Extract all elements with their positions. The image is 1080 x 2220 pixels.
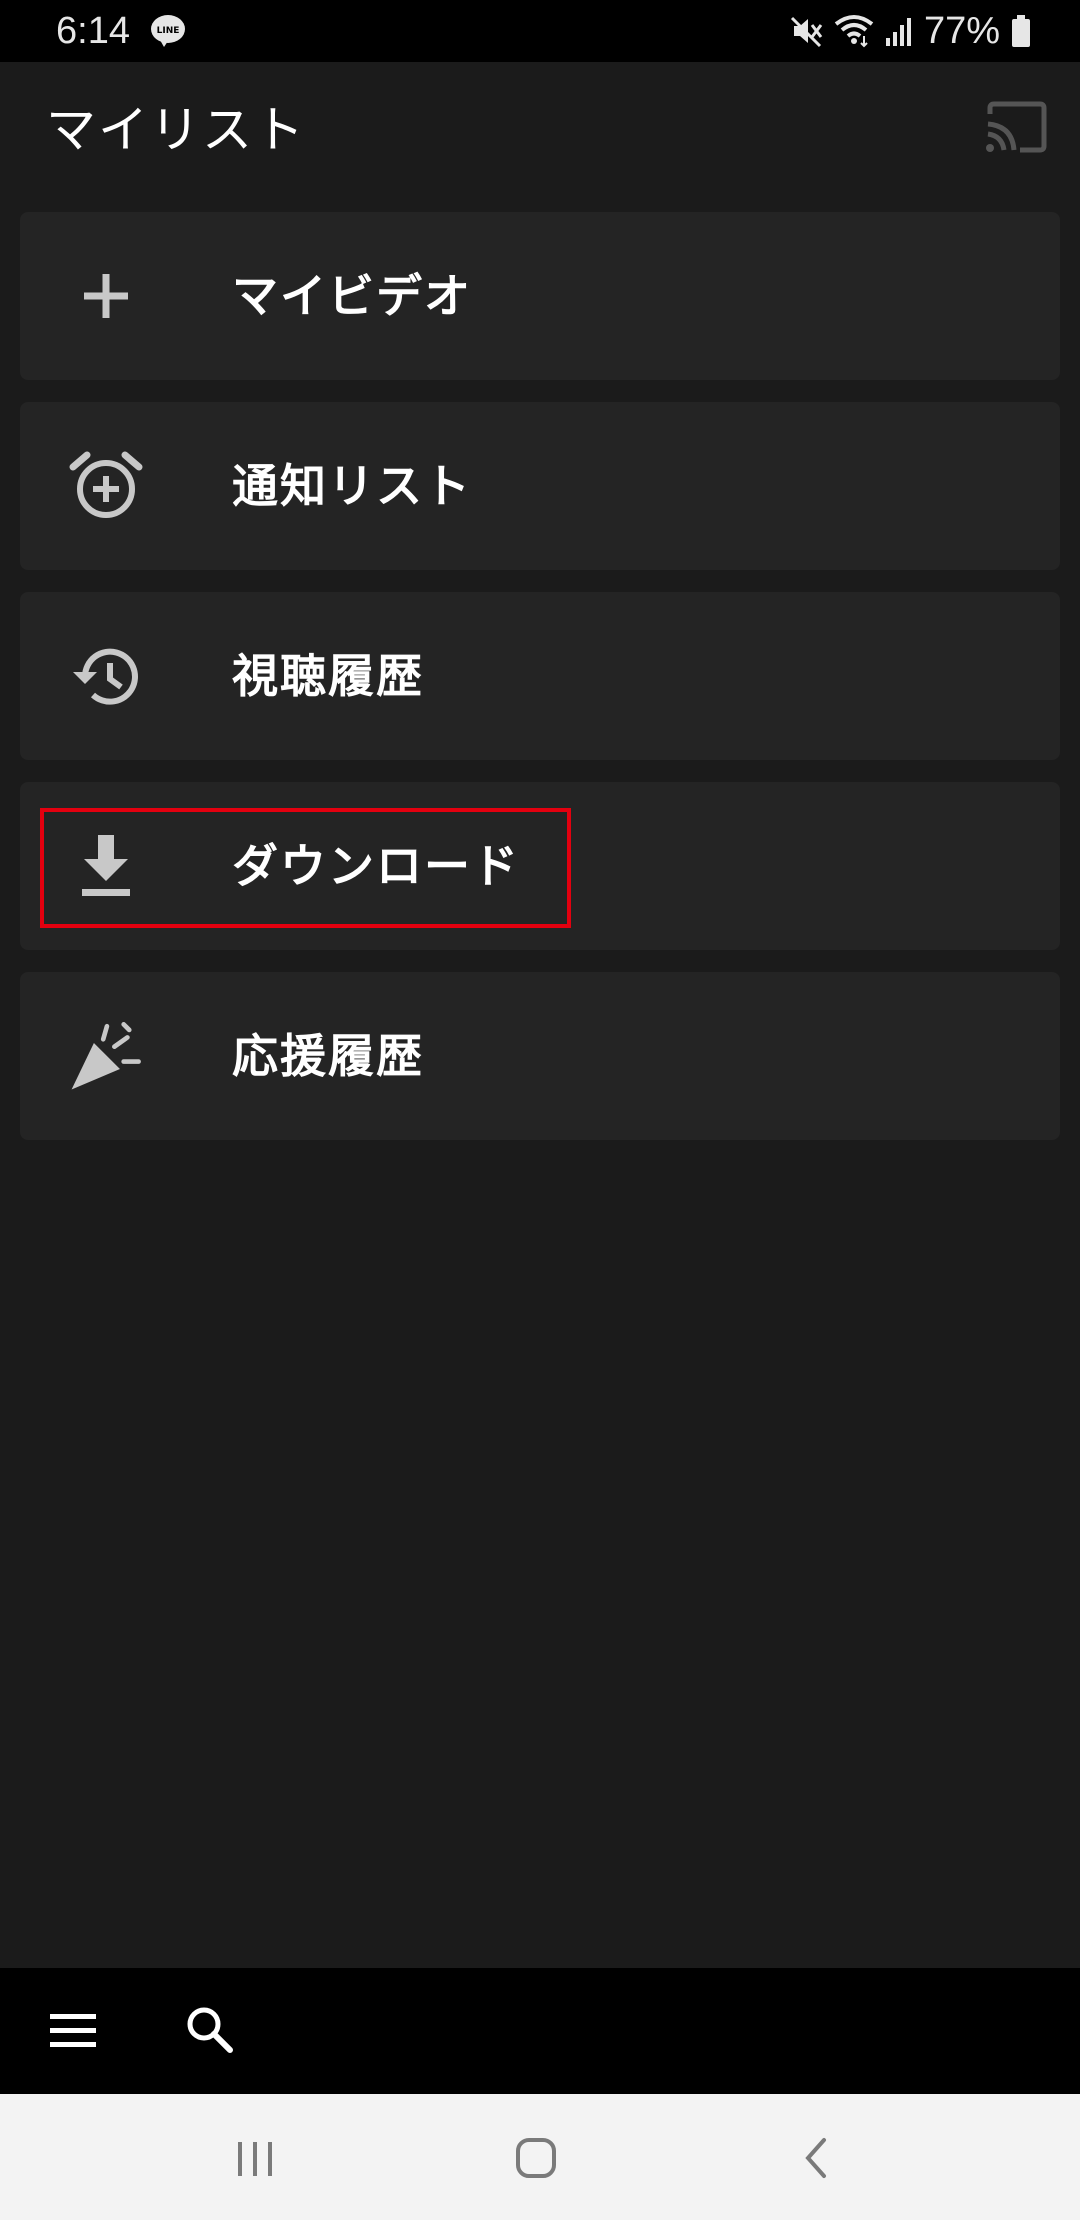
- menu-item-download[interactable]: ダウンロード: [20, 782, 1060, 950]
- signal-icon: [884, 14, 914, 48]
- battery-percentage: 77%: [923, 10, 1000, 52]
- alarm-add-icon: [66, 446, 146, 526]
- recent-apps-icon[interactable]: [234, 2136, 278, 2180]
- download-icon: [66, 826, 146, 906]
- status-icons: 77%: [790, 8, 1032, 54]
- cast-icon[interactable]: [984, 100, 1048, 156]
- menu-item-watch-history[interactable]: 視聴履歴: [20, 592, 1060, 760]
- menu-item-support-history[interactable]: 応援履歴: [20, 972, 1060, 1140]
- battery-icon: [1010, 14, 1032, 48]
- page-title: マイリスト: [46, 101, 306, 159]
- hamburger-menu-icon[interactable]: [46, 2008, 102, 2054]
- menu-item-notification-list[interactable]: 通知リスト: [20, 402, 1060, 570]
- menu-item-label: マイビデオ: [232, 269, 472, 323]
- home-icon[interactable]: [512, 2134, 560, 2182]
- bottom-app-bar: [0, 1968, 1080, 2094]
- search-icon[interactable]: [182, 2002, 238, 2058]
- menu-item-my-videos[interactable]: マイビデオ: [20, 212, 1060, 380]
- line-app-icon: LINE: [150, 14, 186, 48]
- history-icon: [66, 636, 146, 716]
- status-bar: 6:14 LINE 77%: [0, 0, 1080, 62]
- menu-item-label: 視聴履歴: [232, 649, 424, 703]
- mute-icon: [790, 14, 824, 48]
- party-popper-icon: [66, 1016, 146, 1096]
- menu-item-label: ダウンロード: [232, 839, 520, 893]
- mylist-menu: マイビデオ 通知リスト 視聴履歴 ダウンロード 応援履歴: [20, 212, 1060, 1162]
- app-bar: マイリスト: [0, 62, 1080, 200]
- wifi-icon: [834, 14, 874, 48]
- menu-item-label: 応援履歴: [232, 1029, 424, 1083]
- svg-text:LINE: LINE: [157, 26, 180, 36]
- status-time: 6:14: [56, 10, 130, 52]
- plus-icon: [66, 256, 146, 336]
- menu-item-label: 通知リスト: [232, 459, 472, 513]
- system-nav-bar: [0, 2094, 1080, 2220]
- back-icon[interactable]: [798, 2134, 834, 2182]
